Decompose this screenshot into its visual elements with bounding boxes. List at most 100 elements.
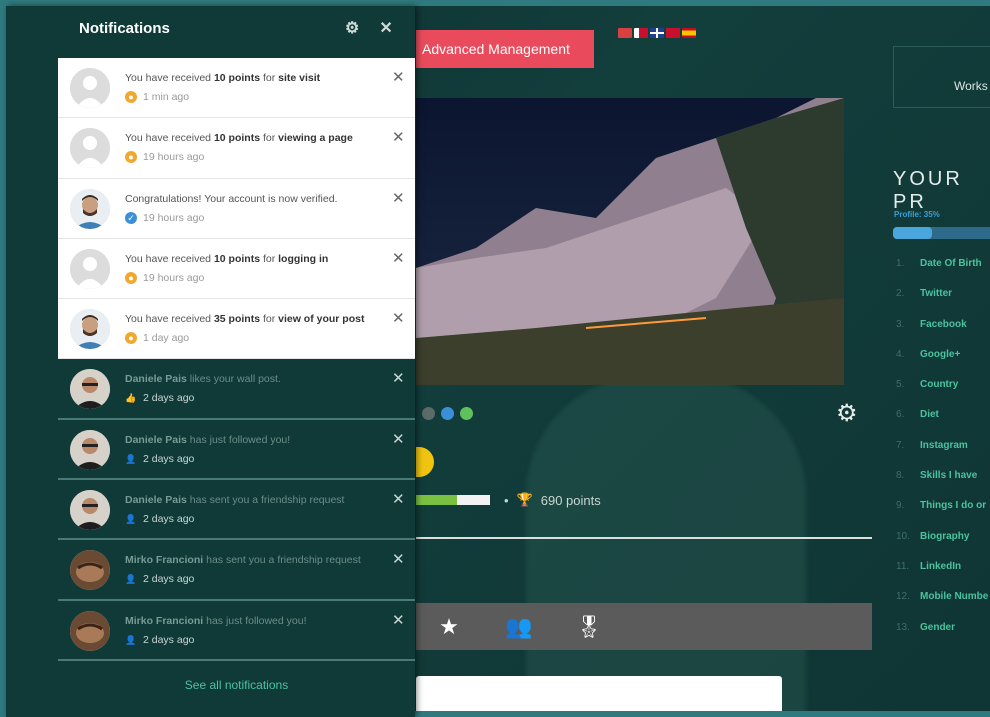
profile-field-item[interactable]: 11. LinkedIn (896, 561, 988, 591)
notification-text: Daniele Pais likes your wall post. (125, 373, 281, 385)
notification-text: Daniele Pais has just followed you! (125, 434, 290, 446)
text-mid: for (260, 72, 279, 84)
close-icon[interactable]: ✕ (392, 369, 405, 387)
notification-time: 👤 2 days ago (125, 453, 194, 465)
see-all-notifications-link[interactable]: See all notifications (58, 678, 415, 692)
time-label: 1 day ago (143, 332, 190, 345)
notification-time: ● 19 hours ago (125, 271, 204, 284)
notification-item[interactable]: You have received 10 points for viewing … (58, 118, 415, 179)
close-icon[interactable]: ✕ (392, 128, 405, 146)
settings-gear-icon[interactable]: ⚙ (836, 402, 858, 426)
text-mid: has just followed you! (186, 433, 291, 446)
close-icon[interactable]: ✕ (379, 18, 392, 38)
notification-item[interactable]: Daniele Pais likes your wall post. 👍 2 day… (58, 359, 415, 420)
avatar (70, 369, 110, 410)
profile-tabs: ★ 👥 🎖 (416, 603, 872, 650)
notifications-list: You have received 10 points for site vis… (58, 58, 415, 661)
notification-text: Congratulations! Your account is now ver… (125, 193, 337, 205)
profile-field-item[interactable]: 1. Date Of Birth (896, 258, 988, 288)
avatar (70, 550, 110, 591)
notification-time: ● 1 min ago (125, 91, 189, 103)
flag-icon[interactable] (650, 28, 664, 38)
verified-icon: ✓ (125, 211, 137, 224)
item-number: 8. (896, 470, 905, 482)
profile-field-item[interactable]: 9. Things I do or (896, 500, 988, 530)
profile-field-item[interactable]: 5. Country (896, 379, 988, 409)
bullet: • (504, 492, 509, 508)
profile-field-item[interactable]: 2. Twitter (896, 288, 988, 318)
time-label: 2 days ago (143, 513, 195, 526)
notification-item[interactable]: Daniele Pais has just followed you! 👤 2 da… (58, 419, 415, 481)
points-label: 690 points (540, 492, 601, 508)
flag-icon[interactable] (634, 28, 648, 38)
notification-time: ● 1 day ago (125, 332, 190, 345)
profile-field-item[interactable]: 10. Biography (896, 531, 988, 561)
item-number: 7. (896, 439, 905, 451)
profile-field-item[interactable]: 6. Diet (896, 409, 988, 439)
flag-icon[interactable] (666, 28, 680, 38)
right-info-card: C Works (893, 46, 990, 108)
text-bold: viewing a page (278, 132, 353, 145)
settings-icon[interactable]: ⚙ (345, 18, 359, 38)
progress-fill (416, 495, 457, 505)
award-icon[interactable]: 🎖 (574, 614, 604, 640)
item-label: Biography (920, 530, 970, 542)
text-pre: You have received (125, 252, 214, 265)
text-bold: Daniele Pais (125, 373, 187, 386)
notification-text: Daniele Pais has sent you a friendship r… (125, 494, 344, 506)
close-icon[interactable]: ✕ (392, 490, 405, 508)
avatar (70, 68, 110, 108)
avatar (70, 429, 110, 470)
profile-field-item[interactable]: 3. Facebook (896, 319, 988, 349)
notification-item[interactable]: Mirko Francioni has sent you a friendshi… (58, 540, 415, 601)
close-icon[interactable]: ✕ (392, 249, 405, 267)
notification-item[interactable]: Daniele Pais has sent you a friendship r… (58, 480, 415, 541)
text-mid: has sent you a friendship request (203, 554, 361, 567)
close-icon[interactable]: ✕ (392, 309, 405, 327)
profile-field-item[interactable]: 12. Mobile Numbe (896, 591, 988, 621)
group-icon[interactable]: 👥 (504, 614, 534, 640)
profile-field-item[interactable]: 4. Google+ (896, 349, 988, 379)
item-number: 13. (896, 621, 910, 633)
trophy-icon: 🏆 (516, 492, 533, 507)
notification-text: Mirko Francioni has sent you a friendshi… (125, 554, 361, 566)
close-icon[interactable]: ✕ (392, 430, 405, 448)
notification-item[interactable]: Congratulations! Your account is now ver… (58, 178, 415, 239)
notifications-header: Notifications ⚙ ✕ (6, 6, 415, 51)
status-dot (422, 407, 435, 420)
time-label: 2 days ago (143, 392, 195, 405)
item-label: Country (920, 379, 959, 391)
item-number: 11. (896, 560, 910, 572)
close-icon[interactable]: ✕ (392, 550, 405, 568)
advanced-management-button[interactable]: Advanced Management (416, 30, 594, 68)
profile-field-item[interactable]: 8. Skills I have (896, 470, 988, 500)
flag-icon[interactable] (682, 28, 696, 38)
post-input-box[interactable] (416, 676, 782, 711)
notification-item[interactable]: You have received 10 points for site vis… (58, 58, 415, 119)
item-number: 1. (896, 258, 905, 269)
text-pre: You have received (125, 72, 214, 84)
text-bold: Mirko Francioni (125, 554, 204, 567)
close-icon[interactable]: ✕ (392, 611, 405, 629)
close-icon[interactable]: ✕ (392, 189, 405, 207)
level-progress-bar (416, 495, 490, 505)
flag-icon[interactable] (618, 28, 632, 38)
language-flags[interactable] (618, 28, 696, 38)
avatar (70, 248, 110, 289)
item-number: 9. (896, 500, 905, 512)
profile-field-item[interactable]: 7. Instagram (896, 440, 988, 470)
notification-item[interactable]: You have received 35 points for view of … (58, 299, 415, 360)
notification-item[interactable]: Mirko Francioni has just followed you! 👤 2… (58, 600, 415, 661)
text-mid: has sent you a friendship request (186, 494, 345, 507)
profile-field-item[interactable]: 13. Gender (896, 622, 988, 652)
star-icon[interactable]: ★ (434, 614, 464, 640)
item-label: Facebook (920, 318, 967, 330)
item-label: Diet (920, 409, 939, 421)
text-bold: 10 points (213, 72, 261, 84)
online-dot (460, 407, 473, 420)
divider (416, 537, 872, 539)
notification-time: 👤 2 days ago (125, 634, 194, 646)
text-mid: for (260, 252, 279, 265)
close-icon[interactable]: ✕ (392, 68, 405, 86)
notification-item[interactable]: You have received 10 points for logging … (58, 238, 415, 300)
